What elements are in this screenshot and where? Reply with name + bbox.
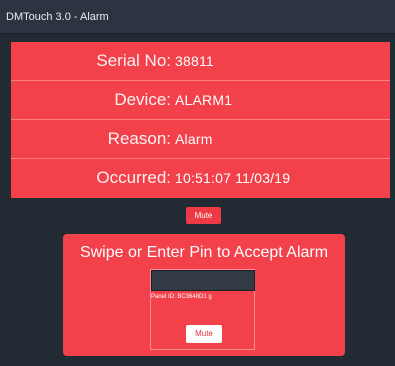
accept-alarm-panel: Swipe or Enter Pin to Accept Alarm Panel… bbox=[63, 234, 345, 356]
pin-input[interactable] bbox=[151, 270, 255, 291]
device-value: ALARM1 bbox=[175, 92, 233, 108]
pin-entry-box: Panel ID: BC3648D1 g Mute bbox=[150, 269, 255, 350]
occurred-label: Occurred: bbox=[96, 168, 171, 187]
reason-label: Reason: bbox=[107, 129, 171, 148]
accept-alarm-title: Swipe or Enter Pin to Accept Alarm bbox=[79, 244, 329, 261]
accept-mute-button[interactable]: Mute bbox=[186, 325, 222, 343]
alarm-details-panel: Serial No: 38811 Device: ALARM1 Reason: … bbox=[11, 42, 390, 198]
window-titlebar: DMTouch 3.0 - Alarm bbox=[0, 0, 395, 34]
occurred-value: 10:51:07 11/03/19 bbox=[175, 170, 291, 186]
detail-row-serial: Serial No: 38811 bbox=[11, 42, 390, 81]
serial-value: 38811 bbox=[175, 53, 214, 69]
reason-value: Alarm bbox=[175, 131, 213, 147]
mute-button[interactable]: Mute bbox=[186, 207, 221, 224]
serial-label: Serial No: bbox=[96, 51, 171, 70]
window-title: DMTouch 3.0 - Alarm bbox=[6, 11, 109, 23]
detail-row-device: Device: ALARM1 bbox=[11, 81, 390, 120]
panel-id-text: Panel ID: BC3648D1 g bbox=[151, 294, 212, 300]
device-label: Device: bbox=[114, 90, 171, 109]
detail-row-occurred: Occurred: 10:51:07 11/03/19 bbox=[11, 159, 390, 198]
detail-row-reason: Reason: Alarm bbox=[11, 120, 390, 159]
